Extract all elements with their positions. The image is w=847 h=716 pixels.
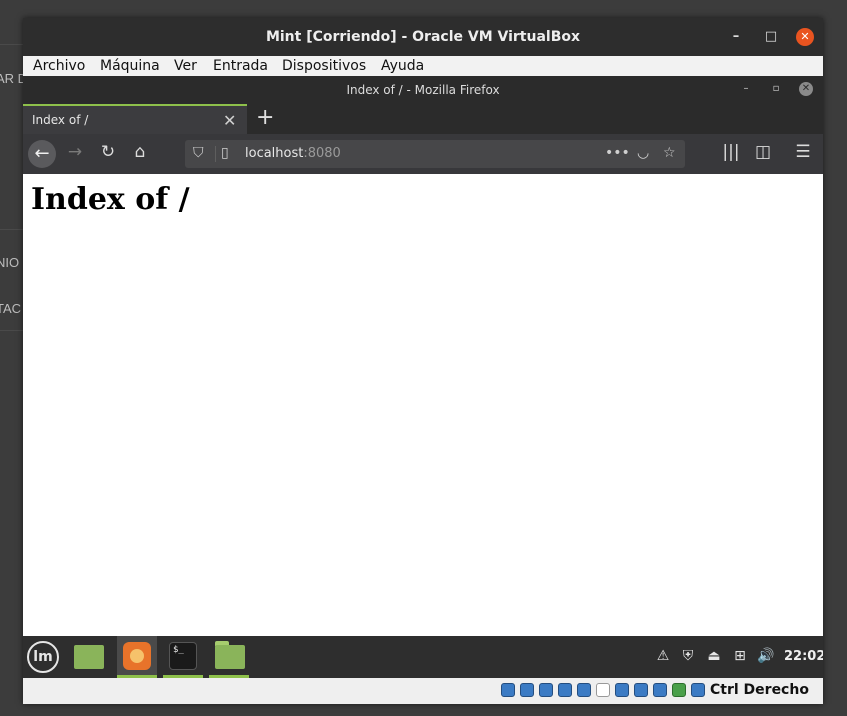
ff-minimize-icon[interactable]: – (739, 82, 753, 96)
volume-icon[interactable]: 🔊 (757, 648, 775, 664)
network-adapter-icon[interactable] (558, 683, 572, 697)
mint-menu-icon[interactable]: lm (27, 641, 59, 673)
audio-icon[interactable] (539, 683, 553, 697)
page-actions-icon[interactable]: ••• (605, 145, 630, 161)
page-heading: Index of / (31, 182, 190, 217)
menu-ayuda[interactable]: Ayuda (381, 58, 424, 74)
vbox-titlebar[interactable]: Mint [Corriendo] - Oracle VM VirtualBox … (23, 18, 823, 56)
bookmark-star-icon[interactable]: ☆ (663, 145, 676, 161)
host-side-label-2: NIO (0, 255, 20, 270)
tab-index[interactable]: Index of / ✕ (23, 104, 247, 134)
url-port: :8080 (303, 146, 341, 161)
home-icon[interactable]: ⌂ (129, 142, 151, 162)
mint-panel: lm $_ ⚠ ⛨ ⏏ ⊞ 🔊 22:02 (23, 636, 823, 678)
optical-drive-icon[interactable] (520, 683, 534, 697)
firefox-window-title: Index of / - Mozilla Firefox (346, 83, 500, 97)
update-icon[interactable]: ⚠ (654, 648, 672, 664)
url-bar[interactable]: ⛉ ▯ localhost:8080 ••• ◡ ☆ (185, 140, 685, 168)
desktop-icon (74, 645, 104, 669)
minimize-icon[interactable]: – (727, 28, 745, 46)
close-icon[interactable]: ✕ (796, 28, 814, 46)
taskbar-terminal[interactable]: $_ (163, 636, 203, 678)
network-icon[interactable]: ⊞ (731, 648, 749, 664)
taskbar-firefox[interactable] (117, 636, 157, 678)
tab-close-icon[interactable]: ✕ (223, 111, 236, 130)
reload-icon[interactable]: ↻ (97, 142, 119, 162)
menu-maquina[interactable]: Máquina (100, 58, 160, 74)
video-capture-icon[interactable] (634, 683, 648, 697)
terminal-icon: $_ (169, 642, 197, 670)
virtualbox-window: Mint [Corriendo] - Oracle VM VirtualBox … (23, 18, 823, 704)
hamburger-menu-icon[interactable]: ☰ (792, 142, 814, 162)
firefox-icon (123, 642, 151, 670)
page-info-icon[interactable]: ▯ (221, 145, 229, 161)
tracking-shield-icon[interactable]: ⛉ (193, 145, 204, 161)
url-separator (215, 146, 216, 162)
menu-dispositivos[interactable]: Dispositivos (282, 58, 366, 74)
vbox-menubar: Archivo Máquina Ver Entrada Dispositivos… (23, 56, 823, 76)
page-content: Index of / (23, 174, 823, 636)
tab-strip: Index of / ✕ + (23, 104, 823, 134)
shared-folder-icon[interactable] (596, 683, 610, 697)
vbox-window-title: Mint [Corriendo] - Oracle VM VirtualBox (265, 29, 581, 45)
ff-close-icon[interactable]: ✕ (799, 82, 813, 96)
pocket-icon[interactable]: ◡ (637, 145, 649, 161)
library-icon[interactable]: ||| (720, 142, 742, 162)
keyboard-capture-icon[interactable] (691, 683, 705, 697)
forward-arrow-icon[interactable]: → (64, 142, 86, 162)
url-text[interactable]: localhost:8080 (245, 146, 341, 161)
host-divider (0, 330, 24, 331)
back-arrow-icon[interactable]: ← (28, 140, 56, 168)
virtualization-icon[interactable] (653, 683, 667, 697)
clipboard-icon[interactable]: ⏏ (705, 648, 723, 664)
new-tab-icon[interactable]: + (256, 105, 274, 130)
host-side-label-3: TAC (0, 301, 22, 316)
menu-ver[interactable]: Ver (174, 58, 197, 74)
menu-archivo[interactable]: Archivo (33, 58, 85, 74)
shield-icon[interactable]: ⛨ (679, 648, 697, 664)
url-host: localhost (245, 146, 304, 161)
vbox-statusbar: Ctrl Derecho (23, 678, 823, 704)
panel-clock[interactable]: 22:02 (784, 649, 823, 664)
host-divider (0, 44, 24, 45)
display-icon[interactable] (615, 683, 629, 697)
sidebar-icon[interactable]: ◫ (752, 142, 774, 162)
navigation-toolbar: ← → ↻ ⌂ ⛉ ▯ localhost:8080 ••• ◡ ☆ ||| ◫… (23, 134, 823, 174)
show-desktop-button[interactable] (69, 636, 109, 678)
firefox-titlebar[interactable]: Index of / - Mozilla Firefox – ▫ ✕ (23, 76, 823, 104)
folder-icon (215, 645, 245, 669)
tab-label: Index of / (32, 113, 89, 127)
guest-display[interactable]: Index of / - Mozilla Firefox – ▫ ✕ Index… (23, 76, 823, 678)
menu-entrada[interactable]: Entrada (213, 58, 268, 74)
harddisk-icon[interactable] (501, 683, 515, 697)
usb-icon[interactable] (577, 683, 591, 697)
host-key-label: Ctrl Derecho (710, 682, 809, 698)
maximize-icon[interactable]: □ (762, 28, 780, 46)
host-divider (0, 229, 24, 230)
taskbar-files[interactable] (209, 636, 249, 678)
mouse-integration-icon[interactable] (672, 683, 686, 697)
ff-restore-icon[interactable]: ▫ (769, 82, 783, 96)
